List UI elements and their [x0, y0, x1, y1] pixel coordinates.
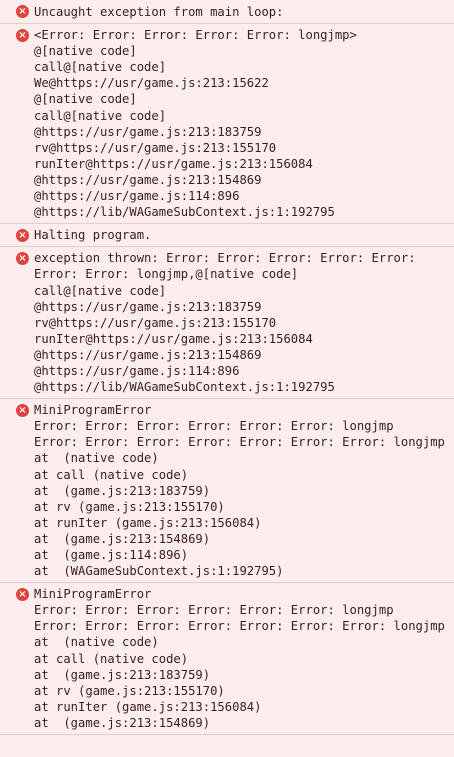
error-icon: ×: [16, 404, 29, 418]
stack-frame: at (game.js:213:183759): [34, 667, 211, 682]
stack-frame: @https://usr/game.js:213:154869: [34, 172, 262, 187]
error-icon: ×: [16, 229, 29, 243]
error-message: Error: Error: Error: Error: Error: Error…: [34, 603, 394, 618]
stack-frame: at runIter (game.js:213:156084): [34, 515, 262, 530]
console-error-entry[interactable]: × Uncaught exception from main loop:: [0, 0, 454, 25]
stack-frame: @https://lib/WAGameSubContext.js:1:19279…: [34, 205, 335, 220]
stack-frame: We@https://usr/game.js:213:15622: [34, 76, 269, 91]
stack-frame: at rv (game.js:213:155170): [34, 499, 225, 514]
stack-frame: at call (native code): [34, 651, 189, 666]
stack-frame: runIter@https://usr/game.js:213:156084: [34, 331, 313, 346]
stack-frame: rv@https://usr/game.js:213:155170: [34, 315, 277, 330]
console-error-entry[interactable]: × MiniProgramError Error: Error: Error: …: [0, 583, 454, 736]
error-message: <Error: Error: Error: Error: Error: long…: [34, 28, 357, 43]
stack-frame: at (native code): [34, 451, 159, 466]
error-message: Halting program.: [34, 228, 152, 243]
stack-frame: at (game.js:213:154869): [34, 531, 211, 546]
stack-frame: @https://usr/game.js:213:183759: [34, 299, 262, 314]
error-icon: ×: [16, 29, 29, 43]
console-error-entry[interactable]: × Halting program.: [0, 224, 454, 248]
stack-frame: call@[native code]: [34, 108, 167, 123]
error-message: Error: Error: Error: Error: Error: Error…: [34, 619, 445, 634]
error-title: MiniProgramError: [34, 587, 152, 602]
stack-frame: at (game.js:114:896): [34, 548, 189, 562]
console-error-entry[interactable]: × <Error: Error: Error: Error: Error: lo…: [0, 24, 454, 225]
stack-frame: @https://usr/game.js:213:183759: [34, 124, 262, 139]
console-error-entry[interactable]: × MiniProgramError Error: Error: Error: …: [0, 399, 454, 584]
error-icon: ×: [16, 5, 29, 18]
stack-frame: at rv (game.js:213:155170): [34, 683, 225, 698]
error-message: exception thrown: Error: Error: Error: E…: [34, 251, 423, 282]
error-icon: ×: [16, 252, 29, 266]
stack-frame: rv@https://usr/game.js:213:155170: [34, 140, 277, 155]
stack-frame: @https://usr/game.js:213:154869: [34, 347, 262, 362]
error-icon: ×: [16, 588, 29, 602]
stack-frame: call@[native code]: [34, 60, 167, 75]
stack-frame: at (game.js:213:154869): [34, 715, 211, 730]
stack-frame: at (WAGameSubContext.js:1:192795): [34, 564, 284, 579]
console-panel: × Uncaught exception from main loop: × <…: [0, 0, 454, 757]
stack-frame: @[native code]: [34, 92, 137, 107]
stack-frame: @[native code]: [34, 44, 137, 59]
stack-frame: @https://usr/game.js:114:896: [34, 189, 240, 204]
error-message: Error: Error: Error: Error: Error: Error…: [34, 435, 445, 450]
error-title: MiniProgramError: [34, 403, 152, 418]
error-message: Error: Error: Error: Error: Error: Error…: [34, 419, 394, 434]
error-message: Uncaught exception from main loop:: [34, 5, 284, 19]
stack-frame: at (native code): [34, 635, 159, 650]
console-error-entry[interactable]: × exception thrown: Error: Error: Error:…: [0, 247, 454, 400]
stack-frame: runIter@https://usr/game.js:213:156084: [34, 156, 313, 171]
stack-frame: at (game.js:213:183759): [34, 483, 211, 498]
stack-frame: @https://lib/WAGameSubContext.js:1:19279…: [34, 380, 335, 395]
stack-frame: call@[native code]: [34, 283, 167, 298]
stack-frame: at runIter (game.js:213:156084): [34, 699, 262, 714]
stack-frame: at call (native code): [34, 467, 189, 482]
stack-frame: @https://usr/game.js:114:896: [34, 363, 240, 378]
